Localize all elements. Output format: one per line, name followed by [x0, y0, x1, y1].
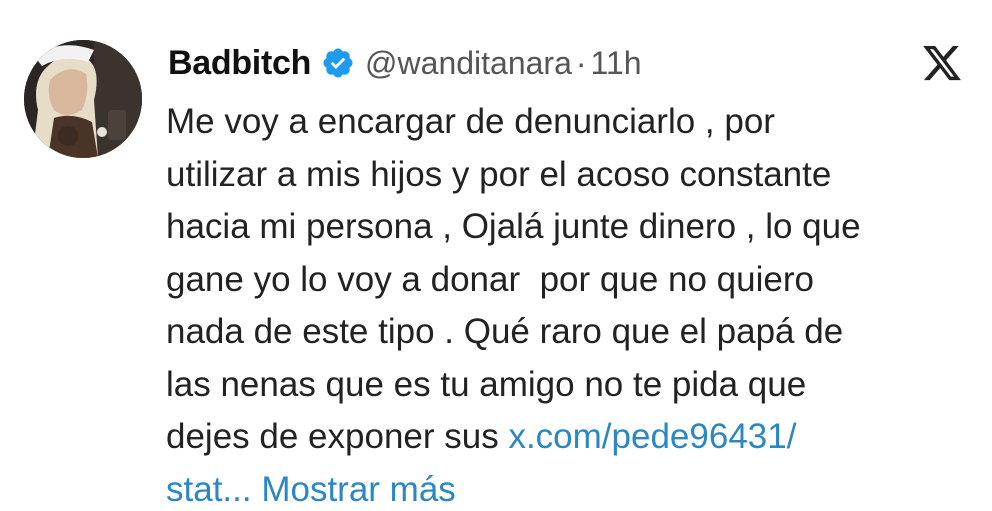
- tweet-card: Badbitch @wanditanara · 11h Me voy a enc…: [0, 0, 992, 511]
- tweet-line-link-continuation: stat... Mostrar más: [166, 464, 966, 511]
- tweet-line: las nenas que es tu amigo no te pida que: [166, 364, 807, 404]
- tweet-line: hacia mi persona , Ojalá junte dinero , …: [166, 207, 861, 246]
- tweet-header: Badbitch @wanditanara · 11h: [168, 38, 642, 88]
- tweet-line: Me voy a encargar de denunciarlo , por: [166, 102, 775, 141]
- tweet-text: Me voy a encargar de denunciarlo , por u…: [166, 96, 966, 511]
- tweet-line: utilizar a mis hijos y por el acoso cons…: [166, 154, 832, 194]
- tweet-line-with-link: dejes de exponer sus x.com/pede96431/: [166, 411, 966, 464]
- x-logo-icon[interactable]: [920, 42, 964, 84]
- verified-badge-icon: [321, 46, 355, 80]
- tweet-line-text: dejes de exponer sus: [166, 417, 509, 456]
- meta-separator: ·: [575, 44, 587, 81]
- user-handle[interactable]: @wanditanara: [365, 45, 572, 82]
- tweet-line: gane yo lo voy a donar por que no quiero: [166, 259, 814, 299]
- avatar-photo: [24, 40, 142, 158]
- tweet-link[interactable]: x.com/pede96431/: [508, 417, 796, 456]
- show-more-link[interactable]: Mostrar más: [252, 470, 455, 509]
- avatar[interactable]: [24, 40, 142, 158]
- timestamp[interactable]: 11h: [591, 45, 642, 82]
- display-name[interactable]: Badbitch: [168, 44, 311, 83]
- tweet-link-continuation[interactable]: stat...: [166, 470, 252, 509]
- tweet-line: nada de este tipo . Qué raro que el papá…: [166, 312, 844, 351]
